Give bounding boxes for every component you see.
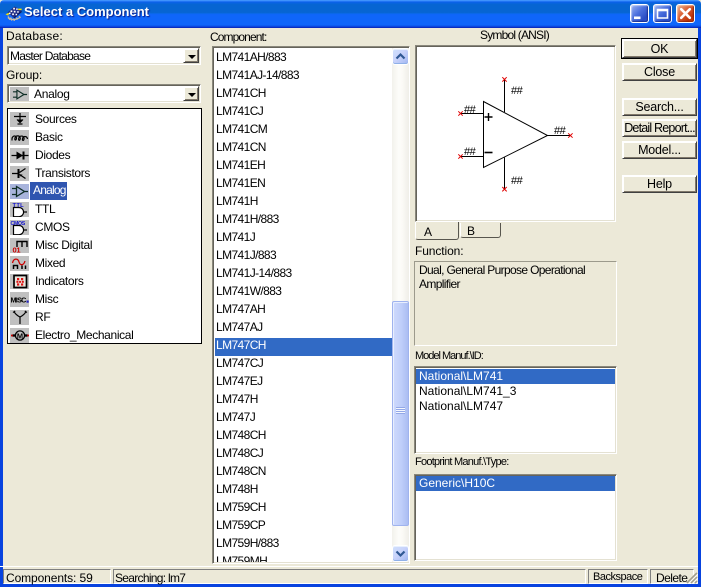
svg-text:MISC: MISC bbox=[11, 295, 27, 304]
svg-text:M: M bbox=[17, 331, 23, 340]
svg-text:##: ## bbox=[554, 125, 567, 137]
svg-text:##: ## bbox=[511, 85, 524, 97]
svg-text:##: ## bbox=[464, 146, 477, 158]
svg-text:##: ## bbox=[464, 104, 477, 116]
svg-text:01: 01 bbox=[13, 245, 21, 253]
svg-text:##: ## bbox=[511, 175, 524, 187]
